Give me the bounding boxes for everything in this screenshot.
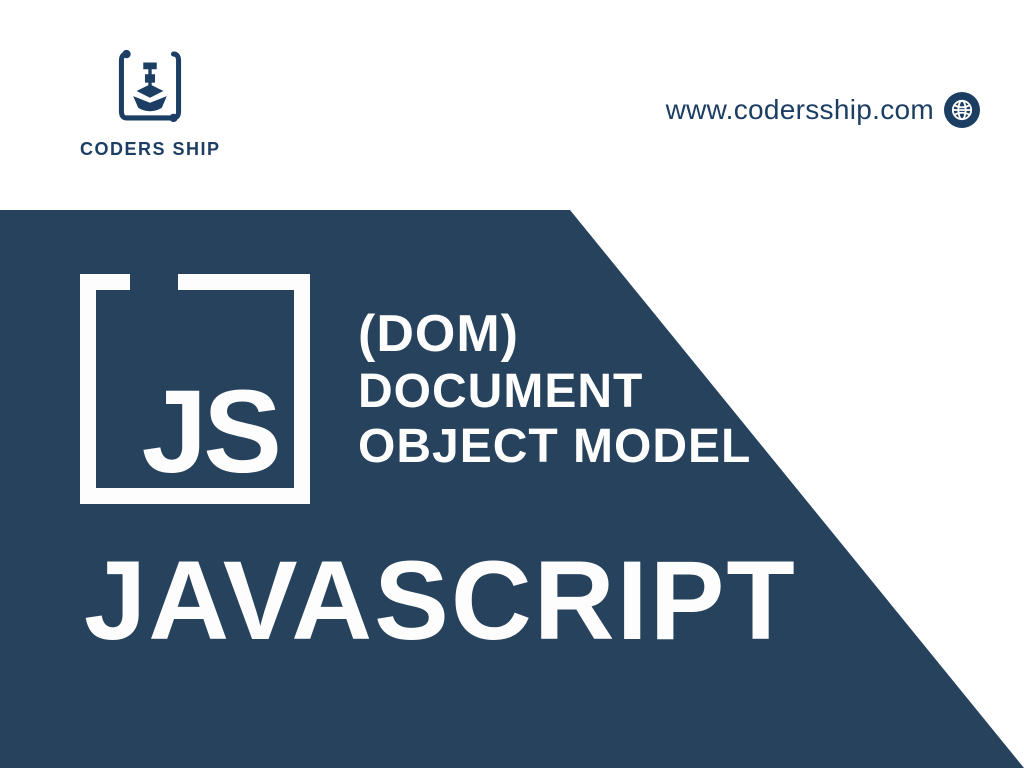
title-line2: OBJECT MODEL xyxy=(358,421,751,474)
title-row: JS (DOM) DOCUMENT OBJECT MODEL xyxy=(80,274,797,504)
content-block: JS (DOM) DOCUMENT OBJECT MODEL JAVASCRIP… xyxy=(80,274,797,665)
site-url-block: www.codersship.com xyxy=(666,92,980,128)
brand-name: CODERS SHIP xyxy=(80,139,221,160)
title-dom: (DOM) xyxy=(358,304,751,364)
globe-icon xyxy=(944,92,980,128)
main-panel: JS (DOM) DOCUMENT OBJECT MODEL JAVASCRIP… xyxy=(0,210,1024,768)
js-badge-text: JS xyxy=(142,382,278,482)
title-stack: (DOM) DOCUMENT OBJECT MODEL xyxy=(358,304,751,474)
banner-canvas: CODERS SHIP www.codersship.com JS xyxy=(0,0,1024,768)
header-area: CODERS SHIP www.codersship.com xyxy=(0,0,1024,210)
title-main: JAVASCRIPT xyxy=(84,536,797,665)
site-url: www.codersship.com xyxy=(666,94,934,126)
title-line1: DOCUMENT xyxy=(358,366,751,419)
js-badge: JS xyxy=(80,274,310,504)
ship-icon xyxy=(108,44,192,133)
brand-logo: CODERS SHIP xyxy=(80,44,221,160)
